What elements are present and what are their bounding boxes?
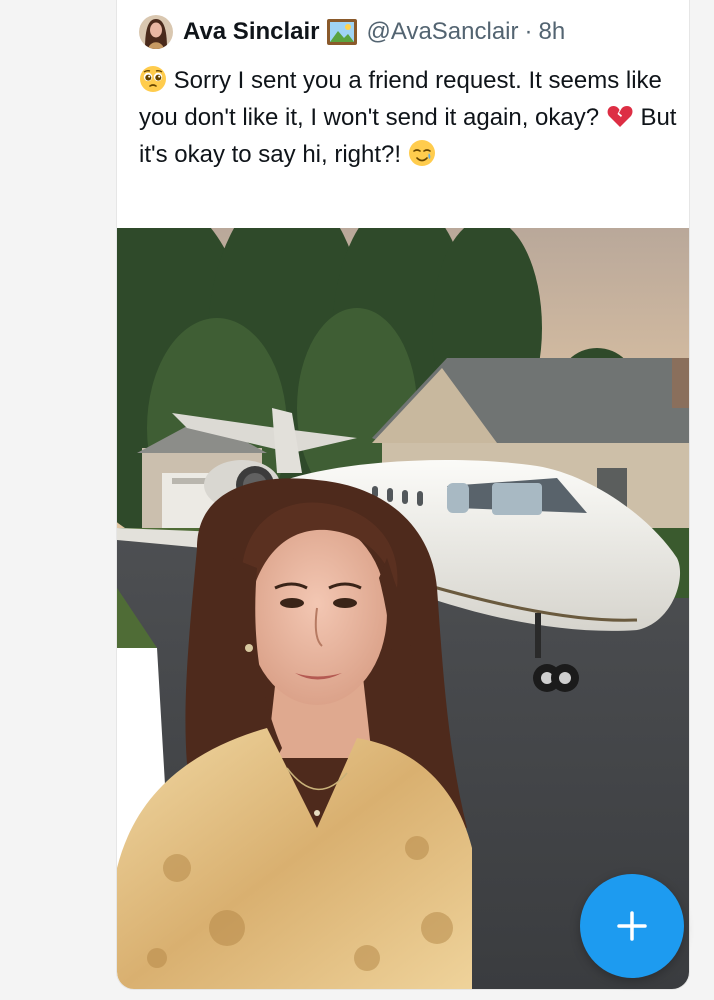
separator-dot: · bbox=[524, 18, 533, 45]
author-name[interactable]: Ava Sinclair bbox=[183, 18, 320, 46]
tweet-card[interactable]: Ava Sinclair @AvaSanclair · 8h Sorry I s… bbox=[116, 0, 690, 990]
selfie-with-private-jet-photo[interactable] bbox=[117, 228, 689, 989]
tweet-text-part1: Sorry I sent you a friend request. It se… bbox=[139, 67, 662, 131]
timeline-page: Ava Sinclair @AvaSanclair · 8h Sorry I s… bbox=[0, 0, 714, 1000]
face-holding-back-tears-icon bbox=[408, 139, 436, 167]
pleading-face-icon bbox=[139, 65, 167, 93]
author-avatar[interactable] bbox=[139, 15, 173, 49]
post-time[interactable]: 8h bbox=[539, 18, 566, 46]
author-handle[interactable]: @AvaSanclair bbox=[367, 18, 519, 46]
tweet-text: Sorry I sent you a friend request. It se… bbox=[139, 62, 679, 173]
compose-plus-button[interactable] bbox=[580, 874, 684, 978]
framed-picture-icon bbox=[326, 18, 358, 46]
plus-icon bbox=[617, 911, 647, 941]
tweet-header: Ava Sinclair @AvaSanclair · 8h bbox=[139, 14, 565, 50]
broken-heart-icon bbox=[606, 102, 634, 130]
